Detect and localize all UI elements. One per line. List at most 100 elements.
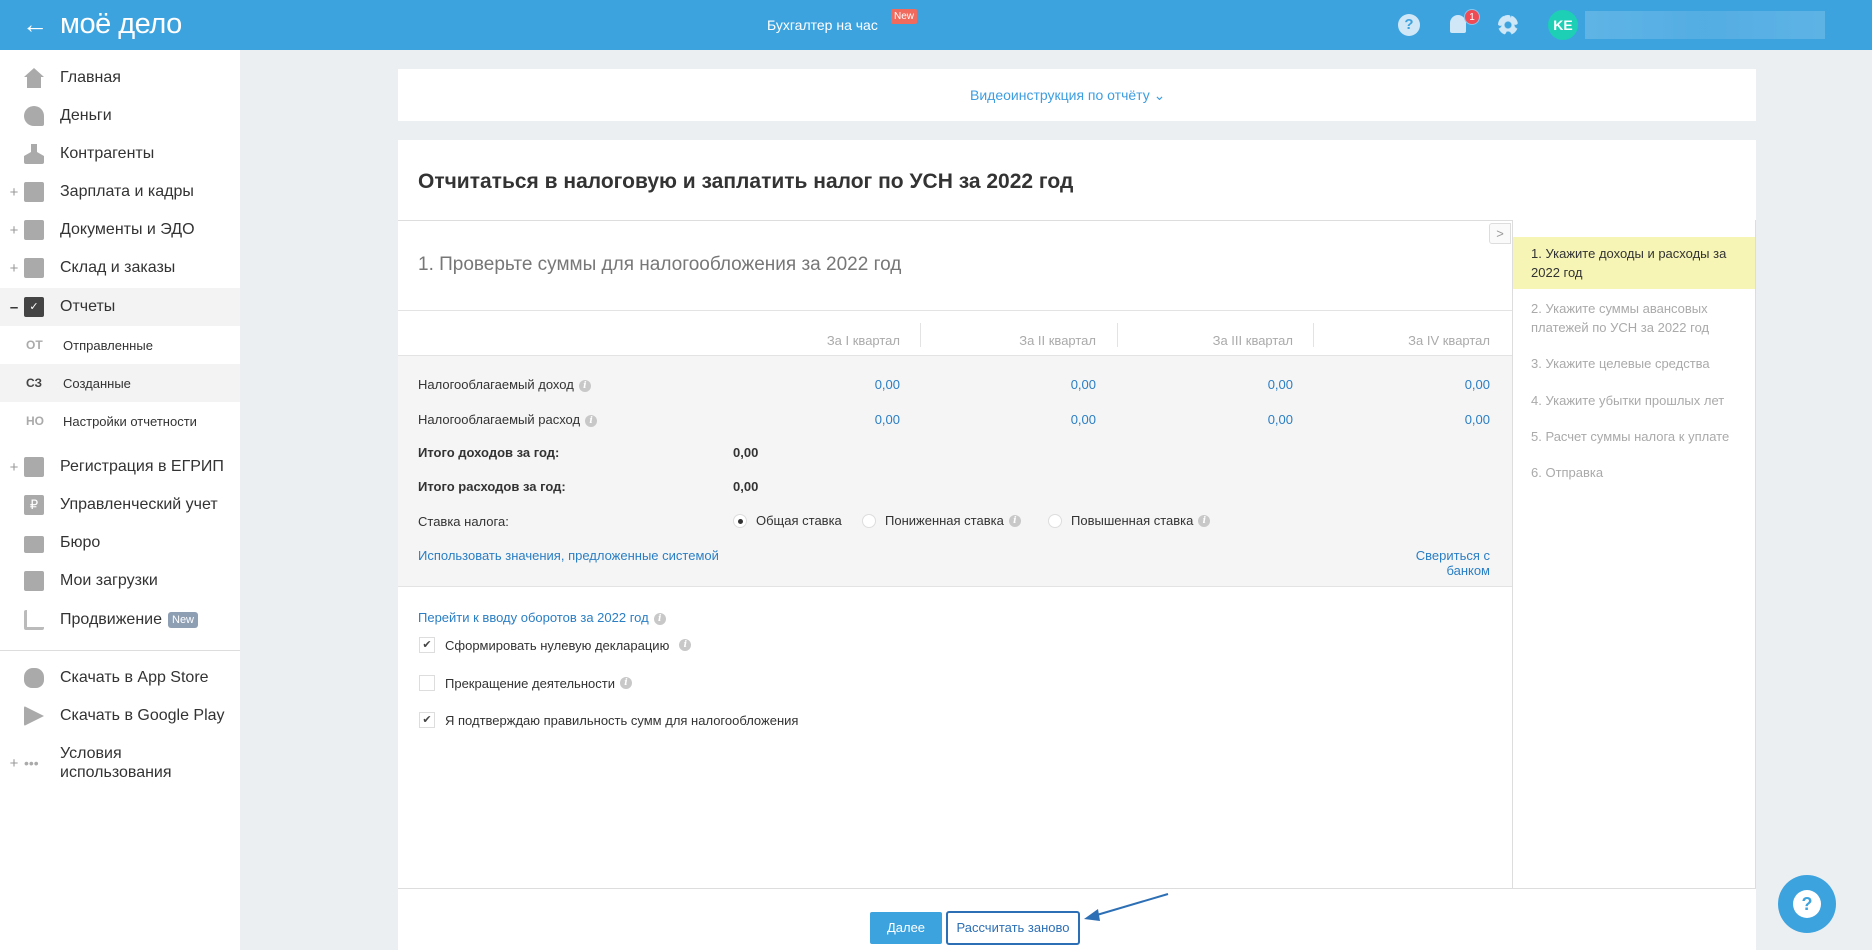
total-income-value: 0,00 — [733, 445, 759, 460]
wallet-icon — [24, 182, 44, 202]
info-icon[interactable]: i — [585, 414, 598, 427]
new-badge: New — [168, 612, 199, 628]
column-separator — [1313, 323, 1314, 347]
total-income-label: Итого доходов за год: — [418, 445, 560, 460]
expense-q3[interactable]: 0,00 — [1213, 412, 1293, 427]
expense-q4[interactable]: 0,00 — [1410, 412, 1490, 427]
checkbox-termination[interactable]: Прекращение деятельности i — [419, 675, 632, 691]
sidebar-item-bureau[interactable]: Бюро — [0, 524, 240, 562]
sidebar-item-home[interactable]: Главная — [0, 59, 240, 97]
column-separator — [920, 323, 921, 347]
sidebar-item-money[interactable]: Деньги — [0, 97, 240, 135]
sidebar-subitem-created[interactable]: СЗ Созданные — [0, 364, 240, 402]
next-button[interactable]: Далее — [870, 912, 942, 944]
tax-rate-label: Ставка налога: — [418, 514, 509, 529]
quarter-header-3: За III квартал — [1212, 333, 1293, 348]
info-icon[interactable]: i — [1198, 514, 1211, 527]
radio-general-rate[interactable]: Общая ставка — [733, 513, 842, 528]
step-1-active[interactable]: 1. Укажите доходы и расходы за 2022 год — [1513, 237, 1755, 289]
section-divider — [398, 310, 1512, 311]
back-arrow-icon[interactable]: ← — [22, 10, 48, 38]
radio-unselected — [1048, 513, 1062, 528]
sidebar-item-contractors[interactable]: Контрагенты — [0, 135, 240, 173]
annotation-arrow — [1084, 893, 1169, 921]
reconcile-bank-link[interactable]: Свериться с банком — [1370, 548, 1490, 578]
info-icon[interactable]: i — [619, 677, 632, 689]
sidebar-item-management[interactable]: ₽ Управленческий учет — [0, 486, 240, 524]
use-system-values-link[interactable]: Использовать значения, предложенные сист… — [418, 548, 719, 563]
avatar[interactable]: KE — [1548, 10, 1578, 40]
step-6[interactable]: 6. Отправка — [1513, 463, 1755, 482]
expense-q2[interactable]: 0,00 — [1016, 412, 1096, 427]
expand-icon[interactable]: + — [8, 184, 20, 201]
money-icon — [24, 106, 44, 126]
checkbox-checked[interactable]: ✔ — [419, 712, 435, 728]
section-title: 1. Проверьте суммы для налогообложения з… — [418, 254, 902, 275]
step-5[interactable]: 5. Расчет суммы налога к уплате — [1513, 427, 1755, 446]
radio-reduced-rate[interactable]: Пониженная ставка i — [862, 513, 1021, 528]
quarter-header-2: За II квартал — [1019, 333, 1096, 348]
home-icon — [24, 68, 44, 88]
more-icon: ••• — [24, 755, 39, 771]
recalculate-button[interactable]: Рассчитать заново — [946, 911, 1080, 945]
sidebar-item-documents[interactable]: + Документы и ЭДО — [0, 211, 240, 249]
income-q3[interactable]: 0,00 — [1213, 377, 1293, 392]
step-3[interactable]: 3. Укажите целевые средства — [1513, 354, 1755, 373]
expense-q1[interactable]: 0,00 — [820, 412, 900, 427]
sidebar-item-google-play[interactable]: Скачать в Google Play — [0, 697, 240, 735]
user-name-blurred[interactable] — [1585, 11, 1825, 39]
step-2[interactable]: 2. Укажите суммы авансовых платежей по У… — [1513, 299, 1755, 337]
sidebar-divider — [0, 650, 240, 651]
page-title: Отчитаться в налоговую и заплатить налог… — [418, 170, 1074, 193]
sidebar-item-terms[interactable]: + ••• Условия использования — [0, 740, 240, 786]
sidebar-item-salary[interactable]: + Зарплата и кадры — [0, 173, 240, 211]
sidebar-subitem-settings[interactable]: НО Настройки отчетности — [0, 402, 240, 440]
expand-icon[interactable]: + — [8, 459, 20, 476]
new-badge: New — [891, 9, 918, 24]
sidebar-item-reports[interactable]: – ✓ Отчеты — [0, 288, 240, 326]
checkbox-zero-declaration[interactable]: ✔ Сформировать нулевую декларацию i — [419, 637, 692, 653]
step-4[interactable]: 4. Укажите убытки прошлых лет — [1513, 391, 1755, 410]
total-expense-label: Итого расходов за год: — [418, 479, 566, 494]
folder-icon — [24, 571, 44, 591]
help-icon: ? — [1793, 890, 1821, 918]
checkbox-unchecked[interactable] — [419, 675, 435, 691]
accountant-service-link[interactable]: Бухгалтер на час — [767, 17, 878, 33]
info-icon[interactable]: i — [1008, 514, 1021, 527]
radio-increased-rate[interactable]: Повышенная ставка i — [1048, 513, 1211, 528]
sidebar-subitem-sent[interactable]: ОТ Отправленные — [0, 326, 240, 364]
info-icon[interactable]: i — [679, 639, 692, 651]
income-q2[interactable]: 0,00 — [1016, 377, 1096, 392]
expand-icon[interactable]: + — [8, 260, 20, 277]
sidebar-item-warehouse[interactable]: + Склад и заказы — [0, 249, 240, 287]
help-float-button[interactable]: ? — [1778, 875, 1836, 933]
checkbox-checked[interactable]: ✔ — [419, 637, 435, 653]
video-instruction-card: Видеоинструкция по отчёту ⌄ — [398, 69, 1756, 121]
sidebar-item-downloads[interactable]: Мои загрузки — [0, 562, 240, 600]
top-bar: ← моё дело Бухгалтер на час New ? 1 KE — [0, 0, 1872, 50]
info-icon[interactable]: i — [578, 379, 591, 392]
sidebar-item-app-store[interactable]: Скачать в App Store — [0, 659, 240, 697]
income-q1[interactable]: 0,00 — [820, 377, 900, 392]
contractor-icon — [24, 144, 44, 164]
sidebar: Главная Деньги Контрагенты + Зарплата и к… — [0, 50, 240, 950]
radio-unselected — [862, 513, 876, 528]
checkbox-confirm-amounts[interactable]: ✔ Я подтверждаю правильность сумм для нал… — [419, 712, 798, 728]
expand-icon[interactable]: + — [8, 222, 20, 239]
help-icon[interactable]: ? — [1398, 14, 1420, 36]
sidebar-item-registration[interactable]: + Регистрация в ЕГРИП — [0, 448, 240, 486]
logo[interactable]: моё дело — [60, 8, 182, 41]
sidebar-item-promotion[interactable]: Продвижение New — [0, 601, 240, 639]
info-icon[interactable]: i — [653, 612, 666, 625]
briefcase-icon — [24, 536, 44, 553]
income-q4[interactable]: 0,00 — [1410, 377, 1490, 392]
video-instruction-toggle[interactable]: Видеоинструкция по отчёту ⌄ — [970, 87, 1165, 104]
ruble-icon: ₽ — [24, 495, 44, 515]
turnover-link-row: Перейти к вводу оборотов за 2022 год i — [418, 610, 666, 625]
collapse-steps-button[interactable]: > — [1489, 223, 1511, 244]
collapse-icon[interactable]: – — [8, 299, 20, 316]
turnover-input-link[interactable]: Перейти к вводу оборотов за 2022 год — [418, 610, 649, 625]
expand-icon[interactable]: + — [8, 755, 20, 772]
total-expense-value: 0,00 — [733, 479, 759, 494]
gear-icon[interactable] — [1498, 15, 1518, 35]
